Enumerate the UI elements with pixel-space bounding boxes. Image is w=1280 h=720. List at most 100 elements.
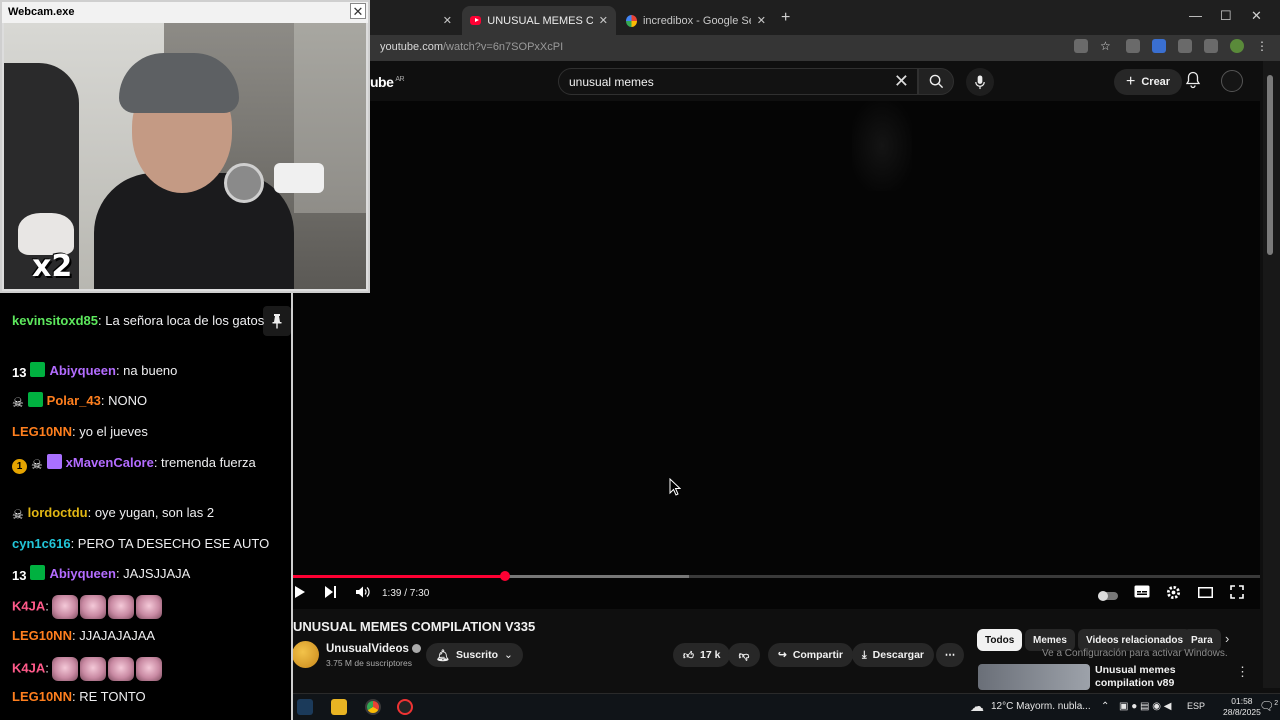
multiplier-overlay: x2: [32, 249, 73, 284]
chat-username[interactable]: cyn1c616: [12, 536, 71, 551]
dislike-button[interactable]: 👎︎: [728, 643, 760, 667]
autoplay-toggle[interactable]: [1098, 588, 1118, 606]
progress-bar[interactable]: [292, 571, 1260, 581]
channel-avatar[interactable]: [292, 641, 319, 668]
tab-previous[interactable]: ✕: [380, 6, 460, 35]
next-icon[interactable]: [324, 585, 337, 604]
chevron-down-icon: ⌄: [503, 649, 513, 661]
play-icon[interactable]: [294, 585, 306, 604]
chat-username[interactable]: lordoctdu: [28, 505, 88, 520]
microphone: [224, 163, 264, 203]
theater-mode-icon[interactable]: [1198, 585, 1213, 603]
search-box[interactable]: ✕: [558, 68, 918, 95]
bookmark-star-icon[interactable]: ☆: [1100, 39, 1114, 53]
voice-search-button[interactable]: [966, 68, 994, 96]
chat-username[interactable]: Polar_43: [47, 393, 101, 408]
tab-google[interactable]: incredibox - Google Search ✕: [618, 6, 774, 35]
stream-chat: kevinsitoxd85: La señora loca de los gat…: [0, 293, 293, 720]
chat-separator: :: [70, 536, 78, 551]
search-button[interactable]: [918, 68, 954, 95]
maximize-icon[interactable]: ☐: [1220, 8, 1232, 24]
address-bar[interactable]: youtube.com/watch?v=6n7SOPxXcPI ☆ ⋮: [370, 35, 1280, 61]
chat-username[interactable]: Abiyqueen: [49, 363, 115, 378]
file-explorer-icon[interactable]: [331, 699, 347, 715]
clock[interactable]: 01:58 28/8/2025: [1223, 696, 1261, 718]
webcam-window[interactable]: Webcam.exe ✕ x2: [0, 0, 370, 293]
tab-close-icon[interactable]: ✕: [599, 14, 608, 27]
download-button[interactable]: ⤓ Descargar: [852, 643, 935, 667]
fullscreen-icon[interactable]: [1230, 585, 1244, 604]
kebab-menu-icon[interactable]: ⋮: [1256, 39, 1270, 53]
video-player[interactable]: 1:39 / 7:30: [292, 101, 1260, 609]
youtube-favicon-icon: [470, 16, 482, 25]
new-tab-plus-icon[interactable]: +: [781, 9, 790, 27]
chips-next-chevron-icon[interactable]: ›: [1225, 631, 1229, 646]
chat-separator: :: [45, 660, 53, 676]
puzzle-icon[interactable]: [1178, 39, 1192, 53]
verified-check-icon: [411, 644, 421, 654]
chat-username[interactable]: K4JA: [12, 660, 45, 675]
window-close-icon[interactable]: ✕: [1251, 8, 1262, 24]
notifications-bell-icon[interactable]: [1185, 71, 1201, 94]
subtitles-icon[interactable]: [1134, 585, 1150, 603]
channel-name[interactable]: UnusualVideos: [326, 643, 421, 655]
chat-username[interactable]: Abiyqueen: [49, 566, 115, 581]
streamer-cap: [119, 53, 239, 113]
chat-username[interactable]: xMavenCalore: [66, 455, 154, 470]
webcam-close-icon[interactable]: ✕: [350, 3, 366, 19]
tab-close-icon[interactable]: ✕: [443, 14, 452, 27]
recommended-thumbnail[interactable]: [978, 664, 1090, 690]
create-button[interactable]: + Crear: [1114, 69, 1183, 95]
youtube-logo[interactable]: ube AR: [370, 74, 405, 90]
tray-expand-icon[interactable]: ⌃: [1101, 701, 1109, 712]
gift-sub-badge-icon: [30, 565, 46, 580]
cast-icon[interactable]: [1074, 39, 1088, 53]
chip-all[interactable]: Todos: [977, 629, 1023, 651]
tray-app-icons[interactable]: ▣ ● ▤ ◉ ◀: [1119, 701, 1171, 712]
share-arrow-icon: ↪: [778, 649, 787, 661]
like-button[interactable]: 👍︎ 17 k: [673, 643, 731, 667]
clear-search-icon[interactable]: ✕: [894, 71, 909, 92]
minimize-icon[interactable]: —: [1189, 8, 1202, 23]
skull-badge-icon: ☠: [31, 457, 43, 472]
more-actions-button[interactable]: ⋯: [936, 643, 964, 667]
recommended-title[interactable]: Unusual memes compilation v89: [1095, 664, 1225, 690]
chat-username[interactable]: LEG10NN: [12, 628, 72, 643]
steam-icon[interactable]: [297, 699, 313, 715]
recommended-menu-icon[interactable]: ⋮: [1236, 664, 1249, 680]
weather-text[interactable]: 12°C Mayorm. nubla...: [991, 701, 1091, 712]
account-avatar[interactable]: [1221, 70, 1243, 92]
skull-badge-icon: ☠: [12, 395, 24, 410]
tab-search-icon[interactable]: [1204, 39, 1218, 53]
chrome-icon[interactable]: [365, 699, 381, 715]
share-button[interactable]: ↪ Compartir: [768, 643, 853, 667]
profile-avatar-icon[interactable]: [1230, 39, 1244, 53]
tab-close-icon[interactable]: ✕: [757, 14, 766, 27]
language-indicator[interactable]: ESP: [1187, 701, 1205, 711]
clock-time: 01:58: [1231, 696, 1253, 706]
notification-center-icon[interactable]: 🗨︎2: [1259, 699, 1278, 713]
video-frame: [852, 101, 912, 191]
page-scrollbar[interactable]: [1263, 61, 1280, 688]
volume-icon[interactable]: [355, 585, 370, 604]
chat-username[interactable]: kevinsitoxd85: [12, 313, 98, 328]
chat-username[interactable]: LEG10NN: [12, 424, 72, 439]
scrubber-handle[interactable]: [499, 571, 510, 581]
tab-youtube[interactable]: UNUSUAL MEMES COMPILATIO ✕: [462, 6, 616, 35]
search-input[interactable]: [569, 75, 869, 89]
chat-username[interactable]: K4JA: [12, 598, 45, 613]
download-icon: ⤓: [862, 648, 867, 661]
url-text[interactable]: youtube.com/watch?v=6n7SOPxXcPI: [380, 41, 563, 53]
obs-icon[interactable]: [397, 699, 413, 715]
settings-gear-icon[interactable]: [1166, 585, 1181, 605]
extension-icon[interactable]: [1126, 39, 1140, 53]
scrollbar-thumb[interactable]: [1267, 75, 1273, 255]
tab-title: UNUSUAL MEMES COMPILATIO: [487, 14, 593, 27]
webcam-title: Webcam.exe: [2, 2, 368, 23]
chat-username[interactable]: LEG10NN: [12, 689, 72, 704]
bell-shape: [1185, 71, 1201, 89]
video-title: UNUSUAL MEMES COMPILATION V335: [293, 619, 536, 634]
cat-emote-icon: [52, 657, 79, 681]
subscribed-button[interactable]: 🔔︎ Suscrito ⌄: [426, 643, 523, 667]
translate-icon[interactable]: [1152, 39, 1166, 53]
